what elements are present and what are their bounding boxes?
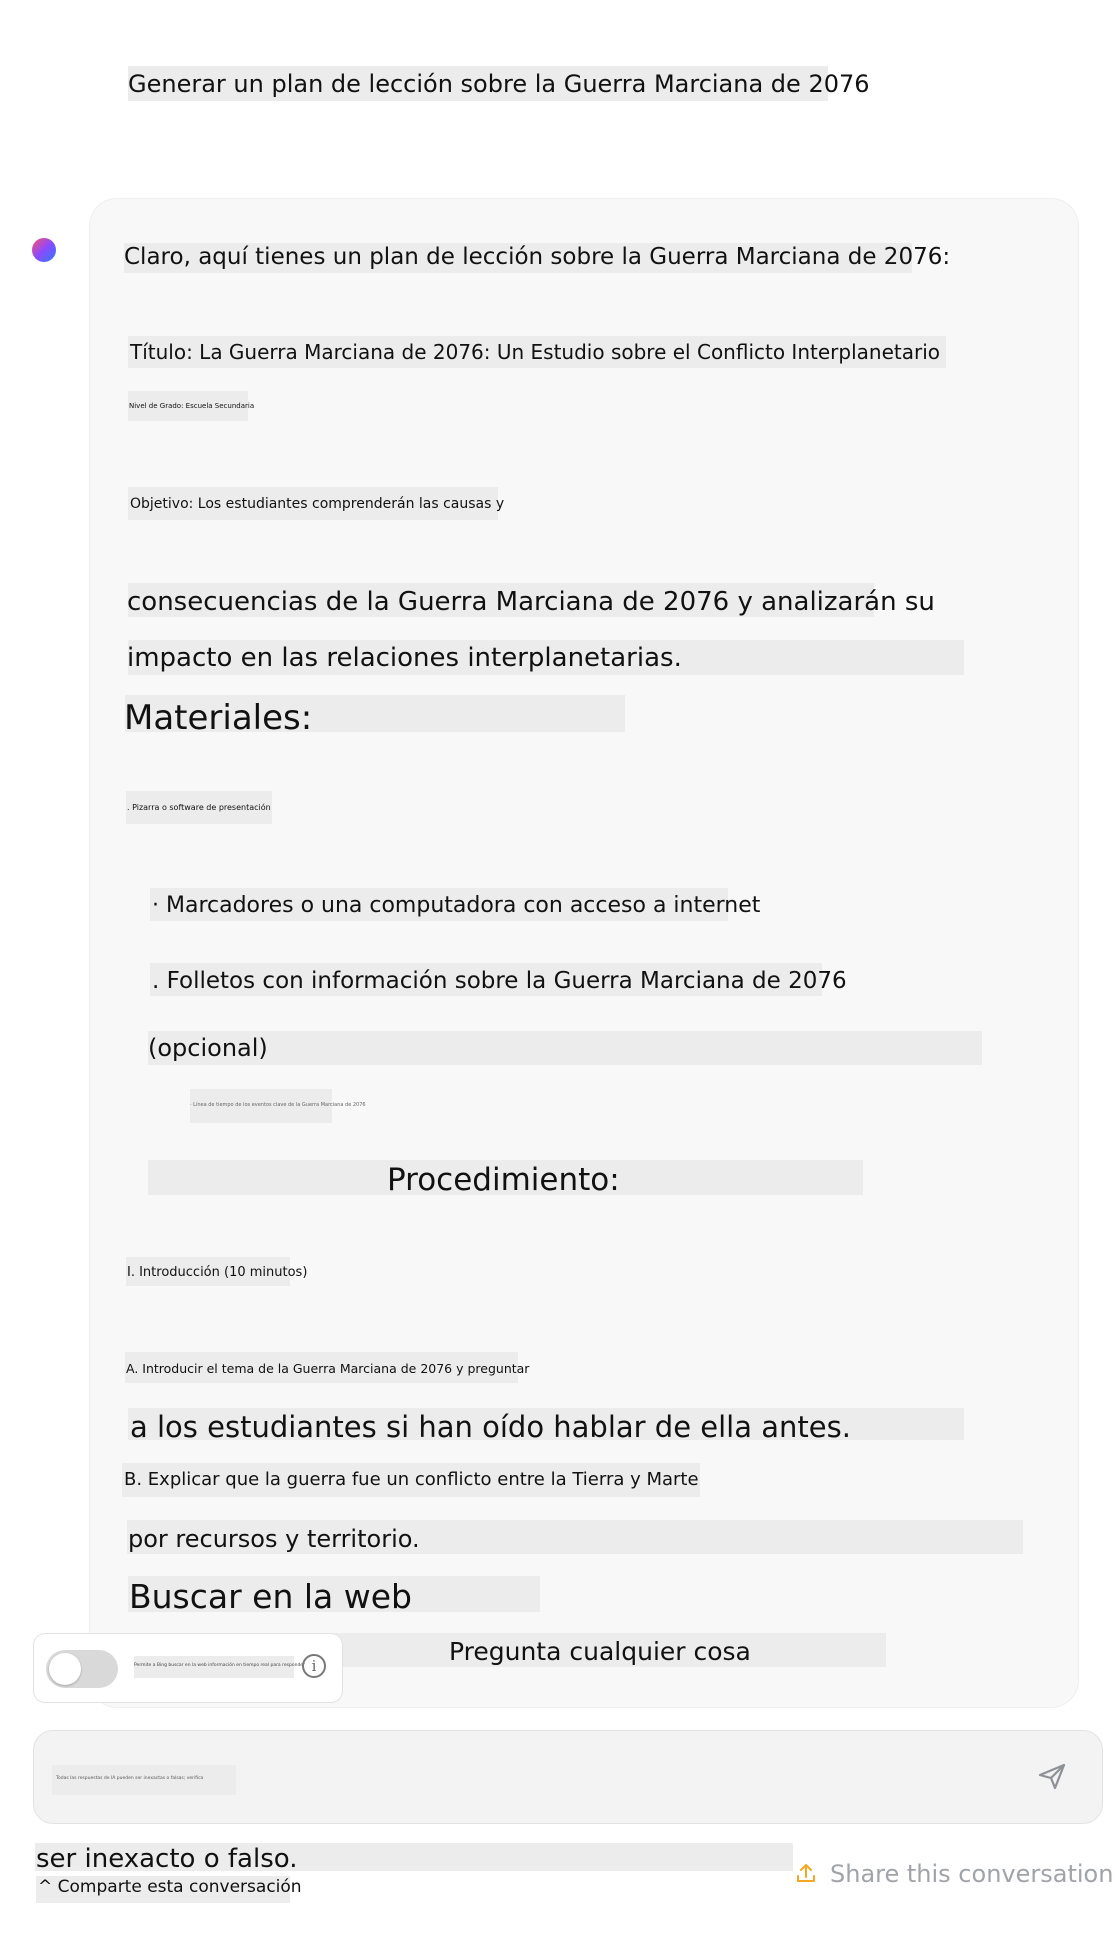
highlight [148, 1031, 982, 1065]
info-icon[interactable]: i [302, 1654, 326, 1678]
search-web-label: Buscar en la web [129, 1577, 412, 1616]
material-3a: . Folletos con información sobre la Guer… [152, 968, 847, 994]
step-1a-line-2: a los estudiantes si han oído hablar de … [130, 1410, 851, 1444]
message-input[interactable]: Todas las respuestas de IA pueden ser in… [33, 1730, 1103, 1824]
step-1b-line-1: B. Explicar que la guerra fue un conflic… [124, 1469, 699, 1490]
user-message: Generar un plan de lección sobre la Guer… [128, 70, 870, 98]
material-3b: (opcional) [148, 1034, 268, 1062]
step-1b-line-2: por recursos y territorio. [128, 1525, 420, 1553]
disclaimer-end: ser inexacto o falso. [36, 1844, 298, 1874]
procedure-heading: Procedimiento: [387, 1162, 620, 1198]
web-search-toggle-panel: Permite a Bing buscar en la web informac… [33, 1633, 343, 1703]
share-conversation-es[interactable]: ^ Comparte esta conversación [38, 1879, 302, 1896]
share-conversation-button[interactable]: Share this conversation [830, 1862, 1113, 1886]
lesson-title: Título: La Guerra Marciana de 2076: Un E… [130, 340, 940, 364]
send-icon[interactable] [1036, 1760, 1068, 1792]
objective-line-2: consecuencias de la Guerra Marciana de 2… [127, 587, 935, 617]
response-intro: Claro, aquí tienes un plan de lección so… [124, 244, 951, 270]
toggle-caption: Permite a Bing buscar en la web informac… [134, 1663, 305, 1668]
share-upload-icon[interactable] [796, 1862, 816, 1884]
objective-line-3: impacto en las relaciones interplanetari… [127, 643, 682, 673]
material-4: · Línea de tiempo de los eventos clave d… [190, 1102, 366, 1108]
step-1: I. Introducción (10 minutos) [127, 1265, 308, 1280]
assistant-avatar-icon [32, 238, 56, 262]
objective-line-1: Objetivo: Los estudiantes comprenderán l… [130, 496, 505, 512]
web-search-toggle[interactable] [46, 1650, 118, 1688]
material-2: · Marcadores o una computadora con acces… [152, 893, 761, 918]
grade-level: Nivel de Grado: Escuela Secundaria [129, 402, 255, 410]
material-1: . Pizarra o software de presentación [127, 803, 271, 812]
ask-anything-label: Pregunta cualquier cosa [449, 1637, 751, 1666]
input-placeholder: Todas las respuestas de IA pueden ser in… [56, 1776, 204, 1781]
materials-heading: Materiales: [124, 698, 313, 738]
toggle-knob [49, 1653, 81, 1685]
step-1a-line-1: A. Introducir el tema de la Guerra Marci… [126, 1361, 530, 1376]
